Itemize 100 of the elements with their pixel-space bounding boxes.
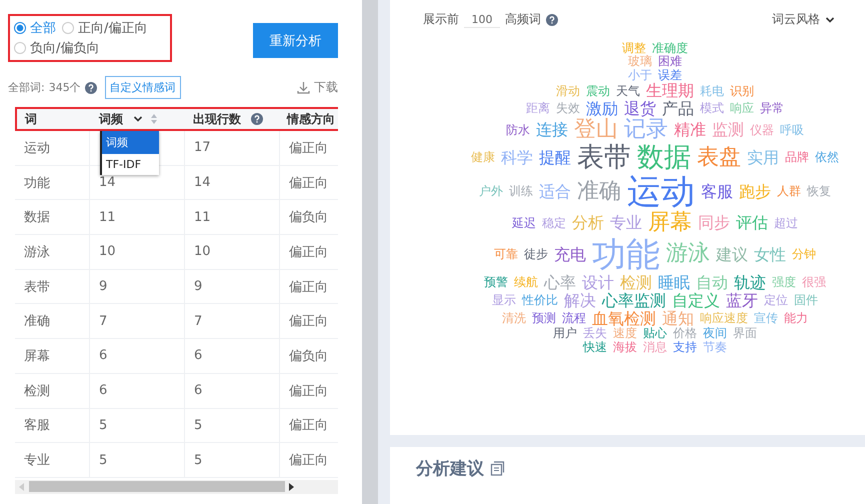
cloud-word: 性价比 (522, 294, 558, 308)
cloud-word: 退货 (624, 100, 656, 118)
cloud-word: 玻璃 (628, 55, 652, 69)
cloud-word: 续航 (514, 276, 538, 290)
cloud-word: 困难 (658, 55, 682, 69)
cloud-word: 跑步 (739, 183, 771, 201)
column-header[interactable]: 词频 (99, 110, 124, 128)
cloud-word: 品牌 (785, 151, 809, 165)
cloud-word: 小于 (628, 68, 652, 82)
table-cell: 6 (194, 348, 202, 364)
table-cell-text: 专业 (24, 452, 50, 470)
cloud-word: 分析 (572, 214, 604, 232)
cloud-word: 自定义 (672, 292, 720, 310)
caret-icon[interactable] (133, 115, 144, 123)
cloud-word: 产品 (662, 100, 694, 118)
table-cell-text: 功能 (24, 174, 50, 192)
cloud-word: 屏幕 (648, 211, 692, 236)
download-icon[interactable] (297, 81, 310, 94)
table-cell: 11 (194, 210, 211, 225)
cloud-word: 恢复 (807, 185, 831, 199)
cloud-word: 心率 (544, 274, 576, 292)
cloud-word: 价格 (673, 327, 697, 341)
vertical-scrollbar[interactable] (362, 0, 378, 504)
table-cell-text: 游泳 (24, 244, 50, 261)
cloud-word: 滑动 (556, 84, 580, 98)
cloud-word: 人群 (777, 185, 801, 199)
cloud-word: 显示 (492, 294, 516, 308)
cloud-word: 能力 (784, 312, 808, 326)
cloud-word: 识别 (730, 84, 754, 98)
table-cell: 5 (194, 418, 202, 433)
filter-radio[interactable]: 负向/偏负向 (14, 39, 100, 57)
cloud-word: 距离 (526, 102, 550, 116)
cloud-word: 呼吸 (780, 124, 804, 138)
table-cell: 6 (99, 348, 108, 364)
cloud-word: 支持 (673, 340, 697, 354)
top-count-field[interactable]: 100 (464, 12, 500, 28)
cloud-word: 贴心 (643, 327, 667, 341)
cloud-word: 生理期 (646, 82, 694, 100)
radio-icon[interactable] (14, 42, 26, 54)
cloud-word: 同步 (698, 214, 730, 232)
cloud-word: 防水 (506, 124, 530, 138)
radio-icon[interactable] (62, 22, 74, 34)
table-cell: 7 (194, 314, 202, 329)
dropdown-option[interactable]: 词频 (102, 131, 159, 154)
cloud-word: 天气 (616, 84, 640, 98)
cloud-word: 健康 (471, 151, 495, 165)
cloud-word: 响应速度 (700, 312, 748, 326)
cloud-word: 速度 (613, 327, 637, 341)
cloud-word: 表带 (577, 142, 631, 173)
radio-label: 正向/偏正向 (78, 20, 148, 37)
table-cell-text: 偏负向 (289, 209, 328, 226)
table-cell-text: 准确 (24, 313, 50, 330)
cloud-word: 固件 (794, 294, 818, 308)
download-link[interactable]: 下载 (314, 79, 338, 96)
cloud-word: 很强 (802, 276, 826, 290)
cloud-word: 建议 (716, 246, 748, 264)
help-icon[interactable] (546, 14, 558, 26)
radio-icon[interactable] (14, 22, 26, 34)
filter-radio[interactable]: 正向/偏正向 (62, 19, 148, 37)
reanalyze-button[interactable]: 重新分析 (253, 23, 338, 58)
cloud-word: 睡眠 (658, 274, 690, 292)
cloud-word: 蓝牙 (726, 292, 758, 310)
radio-label: 负向/偏负向 (30, 40, 100, 57)
table-cell: 14 (99, 175, 116, 190)
cloud-word: 消息 (643, 340, 667, 354)
table-cell-text: 偏正向 (289, 140, 328, 157)
cloud-style-menu[interactable]: 词云风格 (772, 11, 820, 28)
cloud-word: 专业 (610, 214, 642, 232)
table-cell-text: 表带 (24, 278, 50, 296)
table-cell: 9 (194, 279, 202, 294)
cloud-word: 调整 (622, 42, 646, 55)
cloud-word: 延迟 (512, 216, 536, 230)
cloud-word: 快速 (583, 340, 607, 354)
radio-label: 全部 (30, 20, 56, 37)
display-suffix: 高频词 (505, 11, 541, 28)
cloud-word: 客服 (701, 183, 733, 201)
filter-radio[interactable]: 全部 (14, 19, 56, 37)
table-cell-text: 偏负向 (289, 348, 328, 365)
table-cell: 5 (194, 452, 202, 468)
scroll-right-icon[interactable] (289, 482, 295, 491)
copy-icon[interactable] (490, 461, 505, 476)
caret-icon[interactable] (825, 16, 835, 24)
help-icon[interactable] (251, 113, 264, 125)
horizontal-scrollbar[interactable] (15, 480, 338, 494)
cloud-word: 女性 (754, 246, 786, 264)
table-cell: 6 (194, 383, 202, 398)
section-title: 分析建议 (416, 458, 484, 480)
dropdown-option[interactable]: TF-IDF (102, 154, 159, 175)
cloud-word: 心率监测 (602, 292, 666, 310)
table-cell: 7 (99, 314, 108, 329)
cloud-word: 设计 (582, 274, 614, 292)
cloud-word: 丢失 (583, 327, 607, 341)
cloud-word: 监测 (712, 121, 744, 140)
cloud-word: 适合 (539, 183, 571, 201)
table-cell: 10 (99, 244, 116, 260)
cloud-word: 记录 (624, 118, 668, 143)
cloud-word: 连接 (536, 121, 568, 140)
help-icon[interactable] (84, 82, 97, 94)
cloud-word: 夜间 (703, 327, 727, 341)
custom-sentiment-button[interactable]: 自定义情感词 (104, 76, 181, 99)
